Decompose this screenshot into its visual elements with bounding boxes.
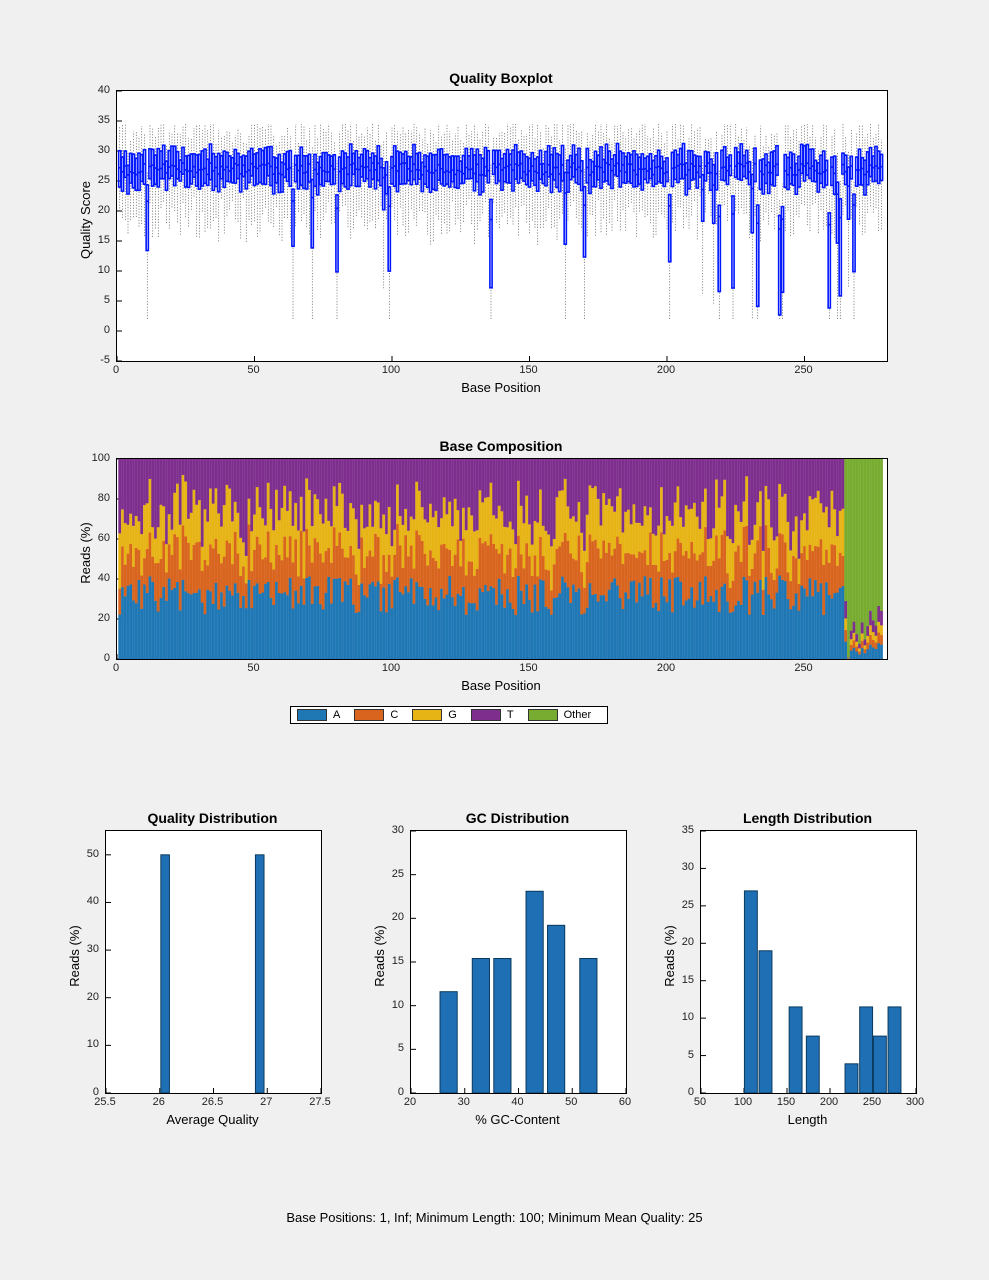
quality_boxplot-ytick: 20 xyxy=(98,204,110,216)
quality_boxplot-ytick: -5 xyxy=(100,354,110,366)
base_composition-ylabel: Reads (%) xyxy=(78,508,93,598)
quality_boxplot-xlabel: Base Position xyxy=(116,380,886,395)
quality_boxplot-ytick: 40 xyxy=(98,84,110,96)
quality_dist-xtick: 27.5 xyxy=(309,1096,330,1108)
quality_dist-ylabel: Reads (%) xyxy=(67,911,82,1001)
gc_dist-ytick: 15 xyxy=(392,955,404,967)
quality_boxplot-xtick: 50 xyxy=(247,364,259,376)
base_composition-xlabel: Base Position xyxy=(116,678,886,693)
length_dist-ytick: 15 xyxy=(682,974,694,986)
quality_boxplot-plot-area xyxy=(116,90,888,362)
quality_boxplot-xtick: 100 xyxy=(382,364,400,376)
gc_dist-xtick: 50 xyxy=(565,1096,577,1108)
gc_dist-xtick: 20 xyxy=(404,1096,416,1108)
quality_dist-title: Quality Distribution xyxy=(105,810,320,826)
gc_dist-ytick: 5 xyxy=(398,1042,404,1054)
quality_dist-ytick: 10 xyxy=(87,1038,99,1050)
gc_dist-ytick: 25 xyxy=(392,868,404,880)
quality_dist-ytick: 20 xyxy=(87,991,99,1003)
quality_dist-xtick: 26.5 xyxy=(202,1096,223,1108)
quality_boxplot-ytick: 0 xyxy=(104,324,110,336)
length_dist-ytick: 20 xyxy=(682,936,694,948)
base_composition-xtick: 250 xyxy=(794,662,812,674)
base_composition-ytick: 60 xyxy=(98,532,110,544)
legend-swatch-other xyxy=(528,709,558,721)
length_dist-xlabel: Length xyxy=(700,1112,915,1127)
quality_dist-ytick: 30 xyxy=(87,943,99,955)
length_dist-xtick: 300 xyxy=(906,1096,924,1108)
quality_boxplot-xtick: 0 xyxy=(113,364,119,376)
length_dist-ylabel: Reads (%) xyxy=(662,911,677,1001)
length_dist-ytick: 25 xyxy=(682,899,694,911)
quality_dist-xtick: 27 xyxy=(260,1096,272,1108)
legend-label-a: A xyxy=(333,709,340,721)
quality_dist-ytick: 40 xyxy=(87,895,99,907)
gc_dist-plot-area xyxy=(410,830,627,1094)
base_composition-xtick: 150 xyxy=(519,662,537,674)
length_dist-ytick: 5 xyxy=(688,1049,694,1061)
base_composition-ytick: 20 xyxy=(98,612,110,624)
quality_boxplot-ytick: 5 xyxy=(104,294,110,306)
quality_boxplot-xtick: 200 xyxy=(657,364,675,376)
quality_dist-plot-area xyxy=(105,830,322,1094)
gc_dist-title: GC Distribution xyxy=(410,810,625,826)
gc_dist-xlabel: % GC-Content xyxy=(410,1112,625,1127)
length_dist-xtick: 100 xyxy=(734,1096,752,1108)
quality_boxplot-ytick: 35 xyxy=(98,114,110,126)
quality_dist-xtick: 26 xyxy=(153,1096,165,1108)
gc_dist-xtick: 40 xyxy=(511,1096,523,1108)
base_composition-plot-area xyxy=(116,458,888,660)
quality_boxplot-xtick: 150 xyxy=(519,364,537,376)
base_composition-xtick: 50 xyxy=(247,662,259,674)
legend-swatch-c xyxy=(354,709,384,721)
quality_boxplot-ylabel: Quality Score xyxy=(78,175,93,265)
gc_dist-ytick: 30 xyxy=(392,824,404,836)
gc_dist-ytick: 10 xyxy=(392,999,404,1011)
base_composition-title: Base Composition xyxy=(116,438,886,454)
legend-label-c: C xyxy=(390,709,398,721)
length_dist-xtick: 50 xyxy=(694,1096,706,1108)
length_dist-xtick: 150 xyxy=(777,1096,795,1108)
base_composition-ytick: 100 xyxy=(92,452,110,464)
legend-label-other: Other xyxy=(564,709,592,721)
legend-label-t: T xyxy=(507,709,514,721)
length_dist-xtick: 250 xyxy=(863,1096,881,1108)
length_dist-title: Length Distribution xyxy=(700,810,915,826)
length_dist-ytick: 0 xyxy=(688,1086,694,1098)
legend-swatch-g xyxy=(412,709,442,721)
length_dist-xtick: 200 xyxy=(820,1096,838,1108)
gc_dist-xtick: 60 xyxy=(619,1096,631,1108)
length_dist-ytick: 35 xyxy=(682,824,694,836)
base_composition-xtick: 100 xyxy=(382,662,400,674)
base_composition-ytick: 0 xyxy=(104,652,110,664)
gc_dist-xtick: 30 xyxy=(458,1096,470,1108)
quality_boxplot-ytick: 10 xyxy=(98,264,110,276)
quality_boxplot-title: Quality Boxplot xyxy=(116,70,886,86)
length_dist-ytick: 30 xyxy=(682,861,694,873)
quality_dist-xlabel: Average Quality xyxy=(105,1112,320,1127)
gc_dist-ytick: 20 xyxy=(392,911,404,923)
legend-swatch-a xyxy=(297,709,327,721)
quality_boxplot-xtick: 250 xyxy=(794,364,812,376)
quality_boxplot-ytick: 30 xyxy=(98,144,110,156)
legend-swatch-t xyxy=(471,709,501,721)
footer-summary: Base Positions: 1, Inf; Minimum Length: … xyxy=(0,1210,989,1225)
quality_boxplot-ytick: 25 xyxy=(98,174,110,186)
base-composition-legend: A C G T Other xyxy=(290,706,608,724)
base_composition-xtick: 200 xyxy=(657,662,675,674)
base_composition-ytick: 80 xyxy=(98,492,110,504)
legend-label-g: G xyxy=(448,709,457,721)
quality_boxplot-ytick: 15 xyxy=(98,234,110,246)
gc_dist-ytick: 0 xyxy=(398,1086,404,1098)
quality_dist-ytick: 50 xyxy=(87,848,99,860)
base_composition-xtick: 0 xyxy=(113,662,119,674)
length_dist-plot-area xyxy=(700,830,917,1094)
gc_dist-ylabel: Reads (%) xyxy=(372,911,387,1001)
quality_dist-ytick: 0 xyxy=(93,1086,99,1098)
base_composition-ytick: 40 xyxy=(98,572,110,584)
length_dist-ytick: 10 xyxy=(682,1011,694,1023)
